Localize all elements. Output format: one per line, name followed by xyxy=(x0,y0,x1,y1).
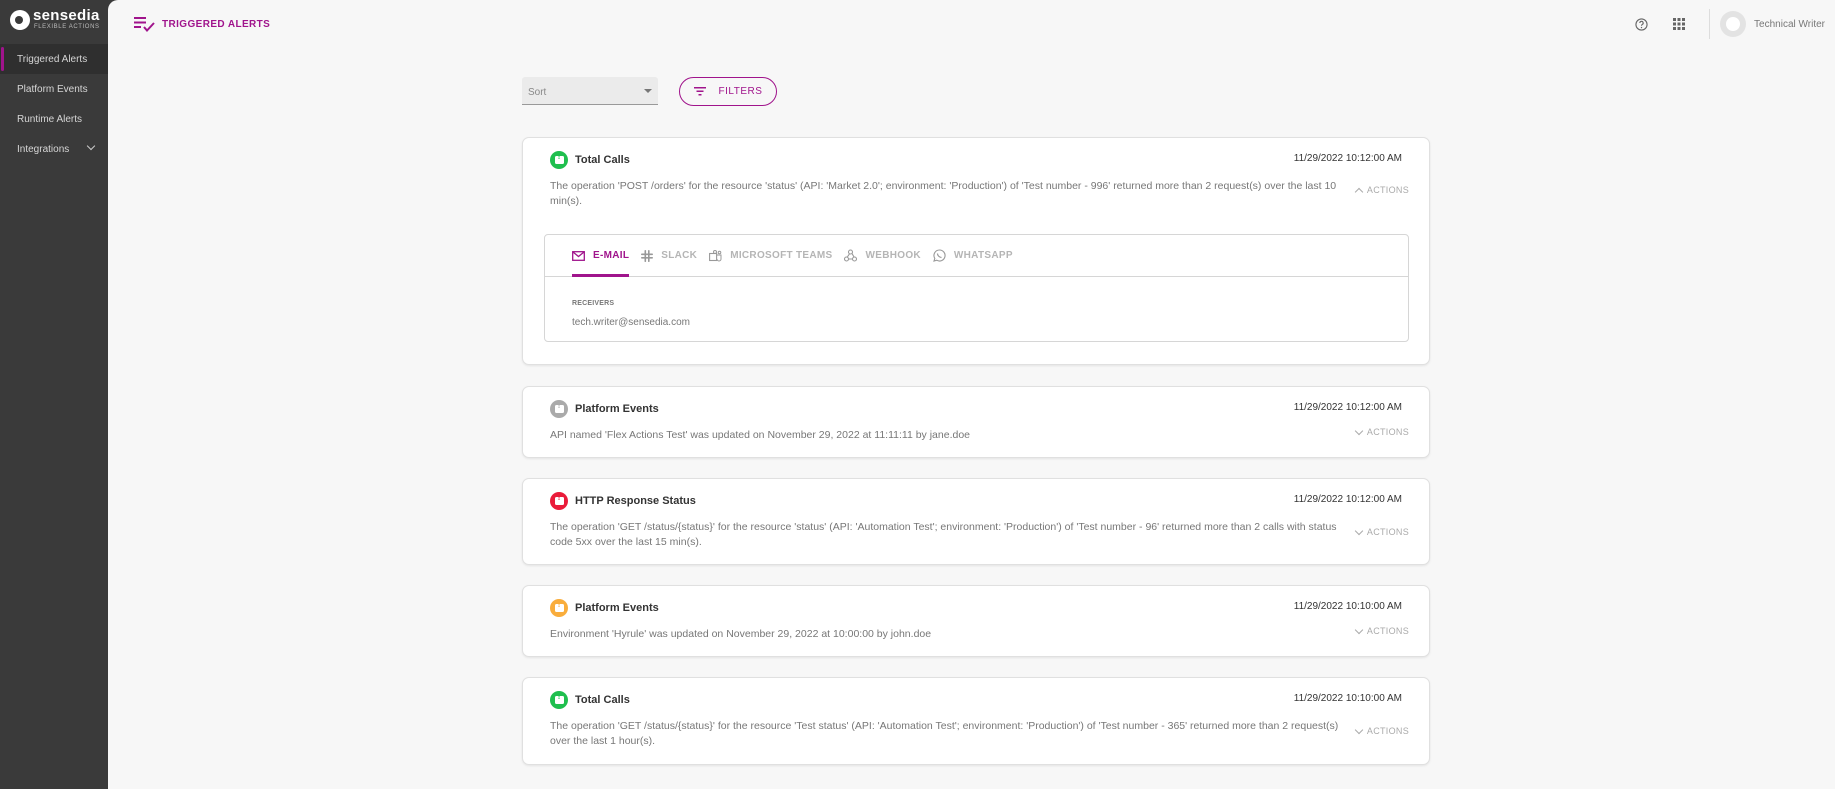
alert-date: 11/29/2022 10:12:00 AM xyxy=(1293,153,1402,164)
alert-date: 11/29/2022 10:12:00 AM xyxy=(1293,494,1402,505)
sidebar-item-integrations[interactable]: Integrations xyxy=(0,134,108,164)
alert-severity-icon xyxy=(550,151,568,169)
alert-message: The operation 'GET /status/{status}' for… xyxy=(550,720,1339,747)
checklist-icon xyxy=(134,17,155,32)
sidebar: sensedia FLEXIBLE ACTIONS Triggered Aler… xyxy=(0,0,108,789)
tab-label: MICROSOFT TEAMS xyxy=(730,250,833,261)
alert-date: 11/29/2022 10:10:00 AM xyxy=(1293,693,1402,704)
chevron-up-icon xyxy=(1354,187,1364,196)
sidebar-item-runtime-alerts[interactable]: Runtime Alerts xyxy=(0,104,108,134)
page-title: TRIGGERED ALERTS xyxy=(134,16,270,32)
actions-label: ACTIONS xyxy=(1366,185,1409,195)
alert-message: Environment 'Hyrule' was updated on Nove… xyxy=(550,628,932,640)
alert-title: Platform Events xyxy=(575,403,659,415)
whatsapp-icon xyxy=(933,249,946,262)
sort-select[interactable]: Sort xyxy=(522,77,658,105)
sidebar-item-platform-events[interactable]: Platform Events xyxy=(0,74,108,104)
filter-icon xyxy=(693,86,706,95)
alert-message: API named 'Flex Actions Test' was update… xyxy=(550,429,970,441)
sidebar-nav: Triggered Alerts Platform Events Runtime… xyxy=(0,44,108,164)
sort-placeholder: Sort xyxy=(528,87,547,98)
user-avatar-icon xyxy=(1726,17,1741,31)
brand-subtitle: FLEXIBLE ACTIONS xyxy=(33,24,100,30)
list-controls: Sort FILTERS xyxy=(522,76,1430,106)
sidebar-item-label: Triggered Alerts xyxy=(17,53,88,65)
mail-icon xyxy=(572,250,585,261)
actions-label: ACTIONS xyxy=(1366,427,1409,437)
channels-panel: E-MAIL SLACK MICROSOFT TEAMS WEBHOOK WHA… xyxy=(544,234,1409,342)
brand-logo[interactable]: sensedia FLEXIBLE ACTIONS xyxy=(0,0,108,44)
chevron-down-icon xyxy=(86,141,96,151)
alert-date: 11/29/2022 10:12:00 AM xyxy=(1293,402,1402,413)
actions-toggle[interactable]: ACTIONS xyxy=(1354,526,1409,537)
actions-label: ACTIONS xyxy=(1366,527,1409,537)
actions-toggle[interactable]: ACTIONS xyxy=(1354,625,1409,636)
chevron-down-icon xyxy=(1354,725,1364,734)
tab-email[interactable]: E-MAIL xyxy=(572,235,630,277)
alert-card: Total Calls 11/29/2022 10:10:00 AM The o… xyxy=(522,677,1430,765)
app-root: sensedia FLEXIBLE ACTIONS Triggered Aler… xyxy=(0,0,1835,789)
brand-name: sensedia xyxy=(33,7,100,24)
alert-date: 11/29/2022 10:10:00 AM xyxy=(1293,601,1402,612)
sidebar-item-label: Runtime Alerts xyxy=(17,113,83,125)
filters-button[interactable]: FILTERS xyxy=(679,76,777,106)
top-bar: TRIGGERED ALERTS Technical Writer xyxy=(108,0,1835,48)
actions-toggle[interactable]: ACTIONS xyxy=(1354,725,1409,736)
alert-card: HTTP Response Status 11/29/2022 10:12:00… xyxy=(522,478,1430,565)
alert-message: The operation 'GET /status/{status}' for… xyxy=(550,521,1337,548)
teams-icon xyxy=(709,249,722,261)
slack-icon xyxy=(641,249,654,262)
tab-webhook[interactable]: WEBHOOK xyxy=(844,235,921,276)
main-content: TRIGGERED ALERTS Technical Writer Sort F… xyxy=(108,0,1835,789)
alerts-content: Sort FILTERS Total Calls 11/29/2022 10:1… xyxy=(522,76,1430,765)
tab-label: SLACK xyxy=(661,250,698,261)
tab-slack[interactable]: SLACK xyxy=(641,235,697,276)
chevron-down-icon xyxy=(1354,426,1364,435)
tab-microsoft-teams[interactable]: MICROSOFT TEAMS xyxy=(709,235,832,276)
actions-label: ACTIONS xyxy=(1366,726,1409,736)
filters-label: FILTERS xyxy=(718,85,763,97)
alert-title: Total Calls xyxy=(575,694,630,706)
channel-tabs: E-MAIL SLACK MICROSOFT TEAMS WEBHOOK WHA… xyxy=(545,235,1408,277)
chevron-down-icon xyxy=(1354,526,1364,535)
header-divider xyxy=(1709,9,1711,39)
alert-severity-icon xyxy=(550,400,568,418)
actions-toggle[interactable]: ACTIONS xyxy=(1354,426,1409,437)
tab-whatsapp[interactable]: WHATSAPP xyxy=(933,235,1013,276)
alert-card: Platform Events 11/29/2022 10:12:00 AM A… xyxy=(522,386,1430,458)
chevron-down-icon xyxy=(1354,625,1364,634)
alert-card: Total Calls 11/29/2022 10:12:00 AM The o… xyxy=(522,137,1430,365)
alert-card: Platform Events 11/29/2022 10:10:00 AM E… xyxy=(522,585,1430,657)
webhook-icon xyxy=(844,249,858,262)
user-name[interactable]: Technical Writer xyxy=(1754,19,1825,30)
top-right-controls: Technical Writer xyxy=(1631,0,1835,48)
sidebar-item-label: Integrations xyxy=(17,143,70,155)
tab-label: WHATSAPP xyxy=(953,250,1013,261)
alert-message: The operation 'POST /orders' for the res… xyxy=(550,180,1337,207)
sensedia-logo-icon xyxy=(10,10,30,30)
alert-title: HTTP Response Status xyxy=(575,495,696,507)
caret-down-icon xyxy=(644,89,652,93)
alert-title: Total Calls xyxy=(575,154,630,166)
alert-title: Platform Events xyxy=(575,602,659,614)
tab-label: WEBHOOK xyxy=(865,250,921,261)
apps-grid-icon[interactable] xyxy=(1669,14,1689,34)
receivers-label: RECEIVERS xyxy=(572,300,615,307)
help-icon[interactable] xyxy=(1631,14,1651,34)
sidebar-item-triggered-alerts[interactable]: Triggered Alerts xyxy=(0,44,108,74)
alert-severity-icon xyxy=(550,492,568,510)
actions-toggle[interactable]: ACTIONS xyxy=(1354,185,1409,196)
sidebar-item-label: Platform Events xyxy=(17,83,88,95)
receivers-value: tech.writer@sensedia.com xyxy=(572,317,690,328)
page-title-text: TRIGGERED ALERTS xyxy=(162,18,271,30)
alert-severity-icon xyxy=(550,599,568,617)
actions-label: ACTIONS xyxy=(1366,626,1409,636)
alert-severity-icon xyxy=(550,691,568,709)
avatar[interactable] xyxy=(1720,11,1747,37)
tab-label: E-MAIL xyxy=(593,250,630,261)
